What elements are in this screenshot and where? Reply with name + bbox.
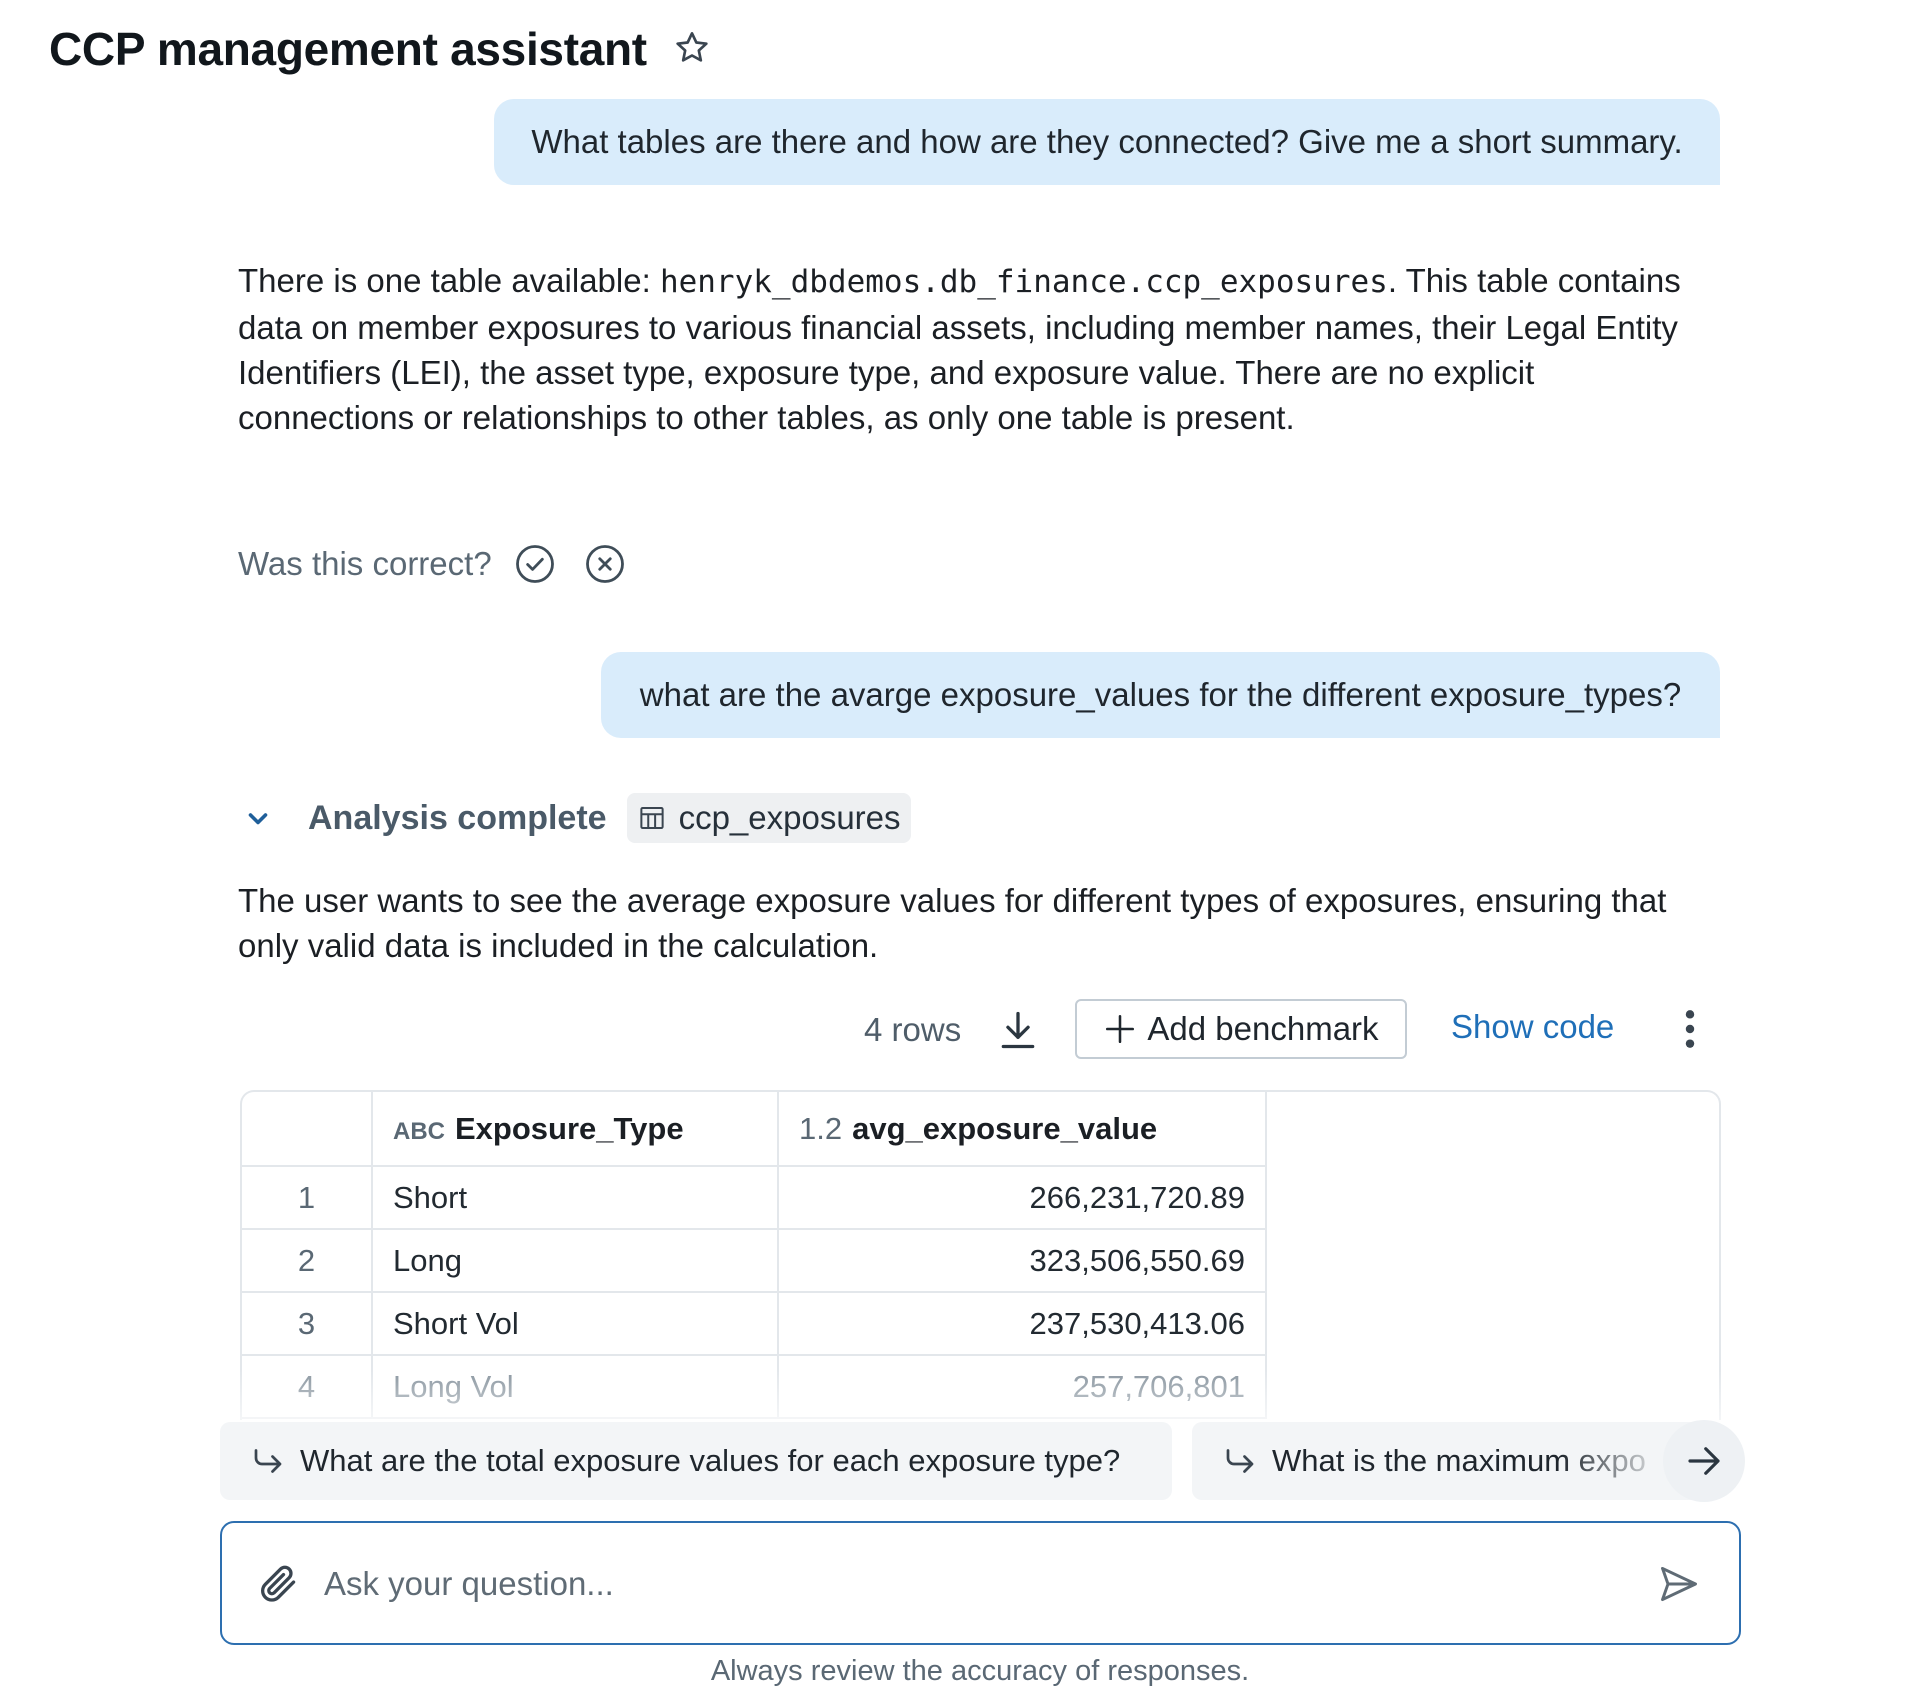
table-icon [639, 807, 664, 829]
table-row[interactable]: 1 Short 266,231,720.89 [242, 1165, 1267, 1230]
user-message: What tables are there and how are they c… [494, 99, 1720, 185]
send-icon[interactable] [1657, 1562, 1701, 1606]
column-header-avg-exposure-value[interactable]: 1.2 avg_exposure_value [777, 1092, 1267, 1167]
column-header-exposure-type[interactable]: ABC Exposure_Type [371, 1092, 779, 1167]
analysis-header[interactable]: Analysis complete ccp_exposures [240, 793, 911, 843]
table-row[interactable]: 2 Long 323,506,550.69 [242, 1228, 1267, 1293]
assistant-message: The user wants to see the average exposu… [238, 882, 1667, 964]
paperclip-icon[interactable] [256, 1561, 300, 1605]
reply-arrow-icon [1226, 1449, 1254, 1473]
table-name-code: henryk_dbdemos.db_finance.ccp_exposures [659, 264, 1388, 300]
table-header-row: ABC Exposure_Type 1.2 avg_exposure_value [242, 1092, 1267, 1167]
plus-icon [1106, 1014, 1135, 1044]
user-message-text: What tables are there and how are they c… [531, 123, 1683, 160]
decimal-type-icon: 1.2 [799, 1110, 843, 1146]
star-icon[interactable] [672, 28, 712, 68]
add-benchmark-label: Add benchmark [1147, 1010, 1379, 1047]
arrow-right-icon [1688, 1447, 1720, 1475]
index-header [242, 1092, 373, 1167]
row-count: 4 rows [864, 1011, 962, 1048]
table-row[interactable]: 3 Short Vol 237,530,413.06 [242, 1291, 1267, 1356]
table-fade-overlay [240, 1370, 1721, 1430]
avg-value-cell[interactable]: 266,231,720.89 [777, 1165, 1267, 1230]
suggestion-chip[interactable]: What are the total exposure values for e… [220, 1422, 1172, 1500]
table-chip-label: ccp_exposures [678, 799, 901, 836]
download-icon[interactable] [996, 1008, 1040, 1052]
check-circle-icon[interactable] [514, 543, 556, 585]
exposure-type-cell[interactable]: Short Vol [371, 1291, 779, 1356]
assistant-message: There is one table available: henryk_dbd… [238, 258, 1718, 440]
feedback-label: Was this correct? [238, 545, 492, 582]
question-input[interactable] [322, 1550, 1626, 1618]
x-circle-icon[interactable] [584, 543, 626, 585]
row-index: 3 [242, 1291, 373, 1356]
suggestion-fade [1560, 1422, 1670, 1500]
next-suggestions-button[interactable] [1663, 1420, 1745, 1502]
page-title: CCP management assistant [49, 23, 647, 75]
exposure-type-cell[interactable]: Short [371, 1165, 779, 1230]
analysis-status: Analysis complete [308, 798, 607, 837]
user-message: what are the avarge exposure_values for … [601, 652, 1720, 738]
row-index: 2 [242, 1228, 373, 1293]
more-options-icon[interactable] [1676, 1007, 1704, 1051]
add-benchmark-button[interactable]: Add benchmark [1075, 999, 1407, 1059]
column-header-label: Exposure_Type [455, 1110, 684, 1146]
assistant-text-part: There is one table available: [238, 262, 660, 299]
reply-arrow-icon [254, 1449, 282, 1473]
table-chip[interactable]: ccp_exposures [626, 793, 911, 843]
show-code-link[interactable]: Show code [1451, 1008, 1614, 1046]
suggestion-text: What are the total exposure values for e… [300, 1443, 1121, 1478]
exposure-type-cell[interactable]: Long [371, 1228, 779, 1293]
user-message-text: what are the avarge exposure_values for … [639, 676, 1682, 713]
row-index: 1 [242, 1165, 373, 1230]
feedback-bar: Was this correct? [238, 540, 654, 588]
avg-value-cell[interactable]: 323,506,550.69 [777, 1228, 1267, 1293]
column-header-label: avg_exposure_value [852, 1110, 1158, 1146]
string-type-icon: ABC [393, 1117, 445, 1145]
avg-value-cell[interactable]: 237,530,413.06 [777, 1291, 1267, 1356]
chevron-down-icon[interactable] [240, 800, 276, 836]
